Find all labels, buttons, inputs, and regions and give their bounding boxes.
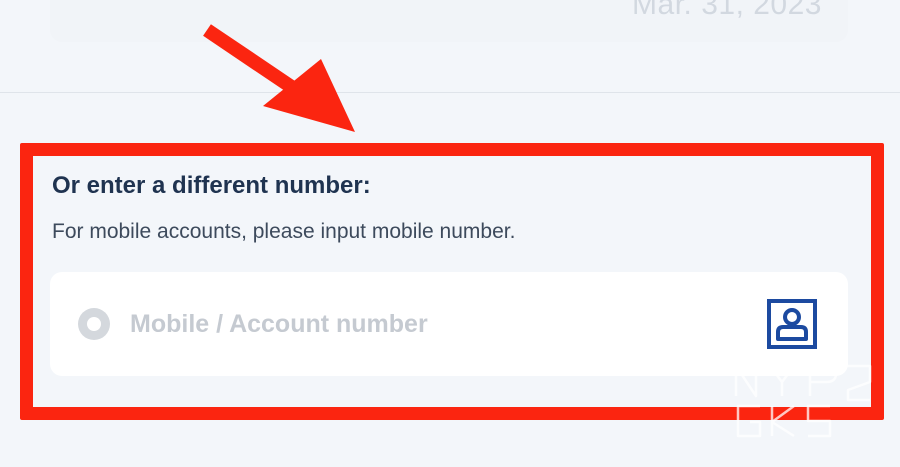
divider bbox=[0, 92, 900, 93]
previous-entry-card: Mar. 31, 2023 bbox=[50, 0, 848, 42]
watermark-logo-icon bbox=[734, 364, 872, 438]
pointer-arrow-icon bbox=[203, 24, 355, 132]
entry-date: Mar. 31, 2023 bbox=[632, 0, 822, 21]
